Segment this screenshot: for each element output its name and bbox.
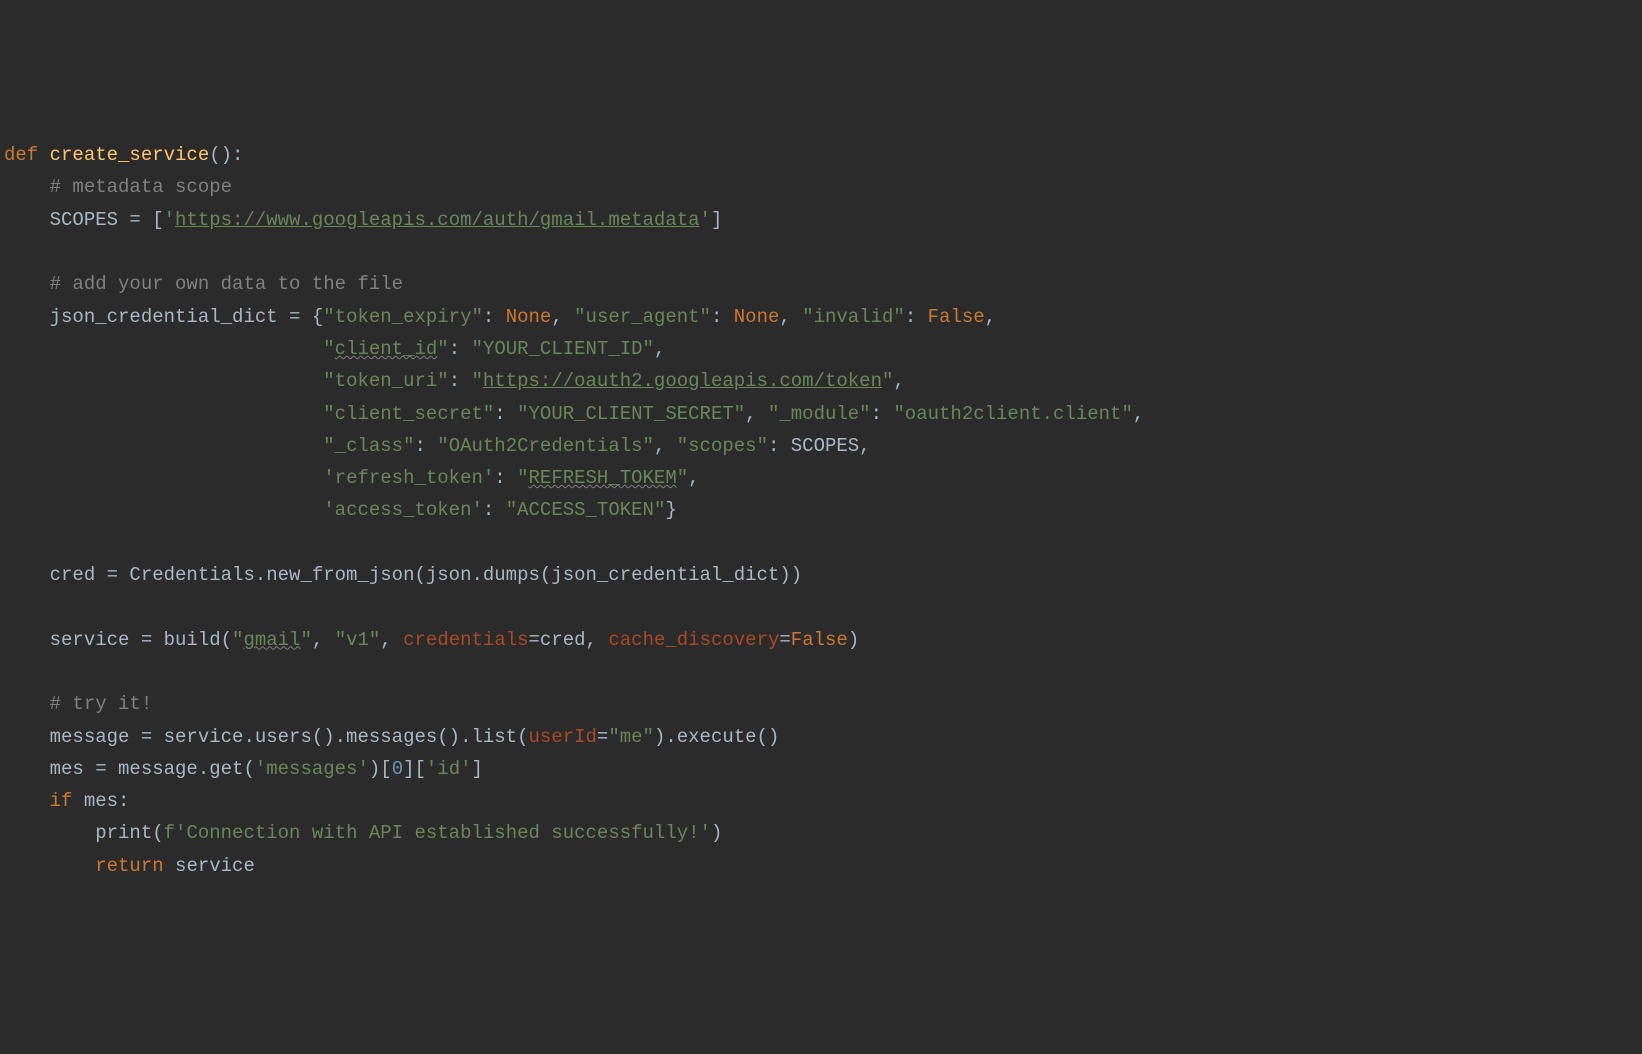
- code-line: "_class": "OAuth2Credentials", "scopes":…: [4, 435, 871, 457]
- typo-squiggle: REFRESH_TOKEM: [529, 467, 677, 489]
- code-line: service = build("gmail", "v1", credentia…: [4, 629, 859, 651]
- code-line: message = service.users().messages().lis…: [4, 726, 779, 748]
- function-name: create_service: [50, 144, 210, 166]
- comment: # add your own data to the file: [4, 273, 403, 295]
- code-line: 'access_token': "ACCESS_TOKEN"}: [4, 499, 677, 521]
- kwarg: cache_discovery: [608, 629, 779, 651]
- code-line: cred = Credentials.new_from_json(json.du…: [4, 564, 802, 586]
- code-line: "client_id": "YOUR_CLIENT_ID",: [4, 338, 665, 360]
- code-line: SCOPES = ['https://www.googleapis.com/au…: [4, 209, 722, 231]
- code-line: "client_secret": "YOUR_CLIENT_SECRET", "…: [4, 403, 1144, 425]
- code-line: # try it!: [4, 693, 152, 715]
- keyword-def: def: [4, 144, 50, 166]
- code-line: mes = message.get('messages')[0]['id']: [4, 758, 483, 780]
- typo-squiggle: gmail: [243, 629, 300, 651]
- url-string: https://www.googleapis.com/auth/gmail.me…: [175, 209, 700, 231]
- keyword-return: return: [95, 855, 175, 877]
- code-line: # add your own data to the file: [4, 273, 403, 295]
- code-line: print(f'Connection with API established …: [4, 822, 722, 844]
- code-line: def create_service():: [4, 144, 243, 166]
- fstring: f'Connection with API established succes…: [164, 822, 711, 844]
- kwarg: credentials: [403, 629, 528, 651]
- code-line: 'refresh_token': "REFRESH_TOKEM",: [4, 467, 700, 489]
- url-string: https://oauth2.googleapis.com/token: [483, 370, 882, 392]
- comment: # metadata scope: [4, 176, 232, 198]
- code-editor[interactable]: def create_service(): # metadata scope S…: [4, 139, 1642, 882]
- code-line: json_credential_dict = {"token_expiry": …: [4, 306, 996, 328]
- code-line: return service: [4, 855, 255, 877]
- kwarg: userId: [529, 726, 597, 748]
- comment: # try it!: [4, 693, 152, 715]
- code-line: if mes:: [4, 790, 129, 812]
- code-line: "token_uri": "https://oauth2.googleapis.…: [4, 370, 905, 392]
- keyword-if: if: [50, 790, 84, 812]
- typo-squiggle: client_id: [335, 338, 438, 360]
- code-line: # metadata scope: [4, 176, 232, 198]
